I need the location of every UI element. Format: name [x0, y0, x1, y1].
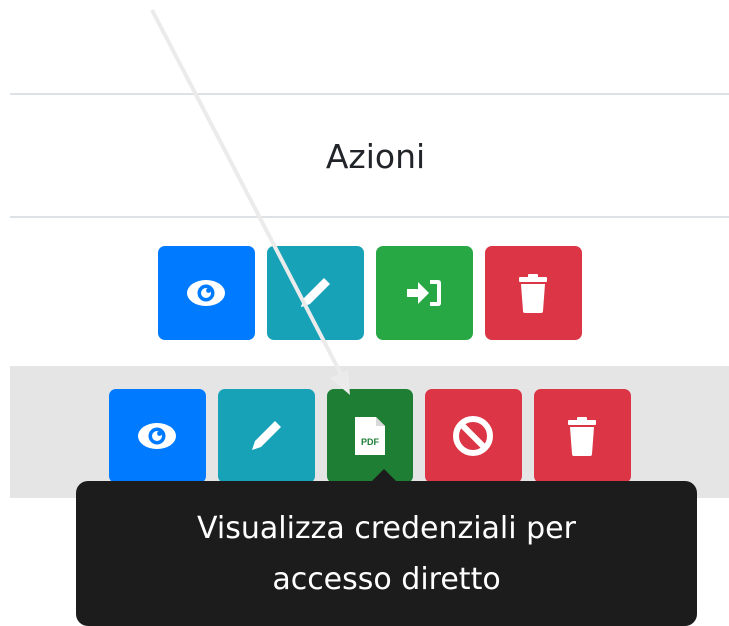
block-button[interactable]: [424, 389, 522, 483]
column-header-azioni: Azioni: [10, 96, 729, 216]
table-row: PDF: [10, 389, 729, 483]
delete-button[interactable]: [533, 389, 631, 483]
pdf-file-icon: PDF: [354, 417, 385, 455]
edit-button[interactable]: [217, 389, 315, 483]
pdf-label: PDF: [361, 437, 380, 447]
tooltip-line-1: Visualizza credenziali per: [197, 510, 576, 546]
column-header-label: Azioni: [325, 136, 426, 176]
tooltip: Visualizza credenziali per accesso diret…: [76, 481, 697, 626]
eye-icon: [138, 423, 176, 449]
trash-icon: [519, 274, 547, 313]
ban-icon: [453, 416, 493, 456]
pencil-icon: [301, 278, 330, 307]
trash-icon: [568, 417, 596, 456]
tooltip-line-2: accesso diretto: [272, 561, 501, 597]
pdf-credentials-button[interactable]: PDF: [326, 389, 413, 483]
sign-in-icon: [407, 280, 441, 306]
header-bottom-border: [10, 216, 729, 218]
pencil-icon: [252, 421, 281, 450]
view-button[interactable]: [157, 246, 255, 340]
eye-icon: [187, 280, 225, 306]
login-button[interactable]: [375, 246, 473, 340]
delete-button[interactable]: [484, 246, 582, 340]
view-button[interactable]: [108, 389, 206, 483]
table-row: [10, 246, 729, 340]
edit-button[interactable]: [266, 246, 364, 340]
table-top-border: [10, 93, 729, 95]
